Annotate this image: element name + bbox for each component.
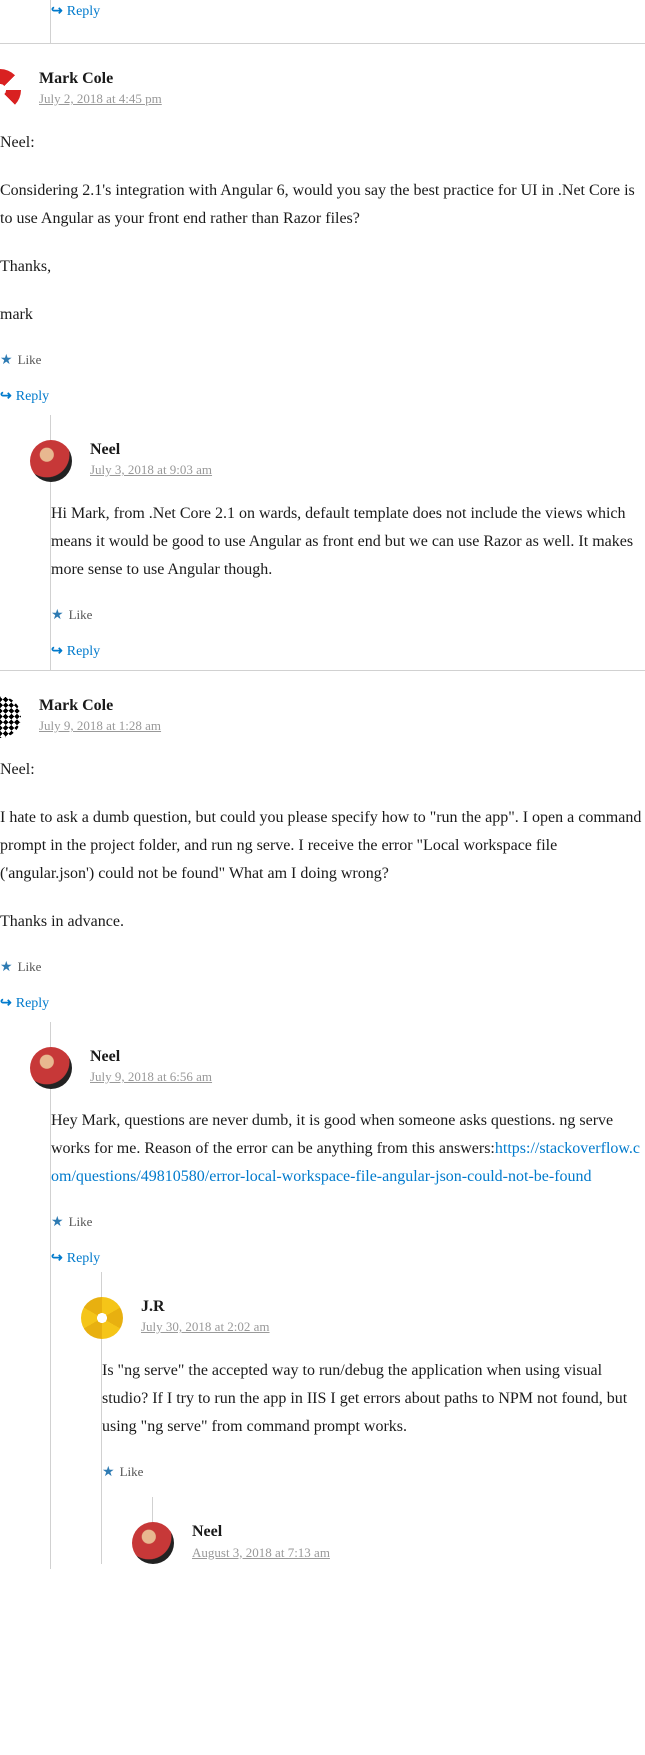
comment-date[interactable]: July 3, 2018 at 9:03 am — [90, 462, 212, 479]
like-action[interactable]: ★ Like — [102, 1461, 645, 1486]
reply-action[interactable]: ↪ Reply — [0, 992, 645, 1017]
reply-link[interactable]: Reply — [67, 0, 100, 25]
reply-link[interactable]: Reply — [67, 1247, 100, 1272]
comment-header: Neel July 3, 2018 at 9:03 am — [51, 440, 645, 482]
comment-meta: Neel July 3, 2018 at 9:03 am — [90, 440, 212, 480]
comment-author: Mark Cole — [39, 69, 162, 90]
comment-author: Mark Cole — [39, 696, 161, 717]
comment: J.R July 30, 2018 at 2:02 am Is "ng serv… — [101, 1272, 645, 1565]
comment-body: Hey Mark, questions are never dumb, it i… — [51, 1107, 645, 1191]
comment-author: Neel — [192, 1522, 330, 1543]
star-icon: ★ — [51, 604, 64, 629]
reply-arrow-icon: ↪ — [51, 0, 63, 25]
reply-link[interactable]: Reply — [67, 640, 100, 665]
comment-header: Mark Cole July 9, 2018 at 1:28 am — [0, 696, 645, 738]
comment-meta: Neel August 3, 2018 at 7:13 am — [192, 1522, 330, 1562]
comment-meta: J.R July 30, 2018 at 2:02 am — [141, 1297, 270, 1337]
reply-action[interactable]: ↪ Reply — [51, 0, 645, 25]
comment-text: Neel: — [0, 129, 645, 157]
like-label: Like — [120, 1461, 144, 1484]
like-action[interactable]: ★ Like — [0, 349, 645, 374]
comment-meta: Mark Cole July 9, 2018 at 1:28 am — [39, 696, 161, 736]
comment: Neel July 3, 2018 at 9:03 am Hi Mark, fr… — [50, 415, 645, 670]
like-action[interactable]: ★ Like — [51, 1211, 645, 1236]
comment-date[interactable]: July 9, 2018 at 6:56 am — [90, 1069, 212, 1086]
reply-arrow-icon: ↪ — [0, 385, 12, 410]
like-label: Like — [18, 349, 42, 372]
like-action[interactable]: ★ Like — [51, 604, 645, 629]
avatar — [0, 69, 21, 111]
comment-header: J.R July 30, 2018 at 2:02 am — [102, 1297, 645, 1339]
reply-arrow-icon: ↪ — [51, 1247, 63, 1272]
comment-text: Considering 2.1's integration with Angul… — [0, 177, 645, 233]
comment: ↪ Reply — [50, 0, 645, 43]
avatar — [30, 1047, 72, 1089]
comment-text: I hate to ask a dumb question, but could… — [0, 804, 645, 888]
like-action[interactable]: ★ Like — [0, 956, 645, 981]
comment-text: Thanks in advance. — [0, 908, 645, 936]
comment-author: Neel — [90, 440, 212, 461]
comment: Mark Cole July 2, 2018 at 4:45 pm Neel: … — [0, 43, 645, 415]
reply-link[interactable]: Reply — [16, 385, 49, 410]
comment-header: Mark Cole July 2, 2018 at 4:45 pm — [0, 69, 645, 111]
comment-author: J.R — [141, 1297, 270, 1318]
comment-meta: Mark Cole July 2, 2018 at 4:45 pm — [39, 69, 162, 109]
comment: Neel July 9, 2018 at 6:56 am Hey Mark, q… — [50, 1022, 645, 1570]
reply-action[interactable]: ↪ Reply — [0, 385, 645, 410]
reply-action[interactable]: ↪ Reply — [51, 640, 645, 665]
avatar — [30, 440, 72, 482]
comment-meta: Neel July 9, 2018 at 6:56 am — [90, 1047, 212, 1087]
comment-date[interactable]: July 9, 2018 at 1:28 am — [39, 718, 161, 735]
like-label: Like — [18, 956, 42, 979]
reply-link[interactable]: Reply — [16, 992, 49, 1017]
comment-date[interactable]: August 3, 2018 at 7:13 am — [192, 1545, 330, 1562]
comment-body: Neel: Considering 2.1's integration with… — [0, 129, 645, 329]
reply-arrow-icon: ↪ — [51, 640, 63, 665]
comment: Neel August 3, 2018 at 7:13 am — [152, 1497, 645, 1564]
comment-body: Neel: I hate to ask a dumb question, but… — [0, 756, 645, 936]
star-icon: ★ — [0, 956, 13, 981]
comment-text: mark — [0, 301, 645, 329]
comment-header: Neel July 9, 2018 at 6:56 am — [51, 1047, 645, 1089]
comment-date[interactable]: July 30, 2018 at 2:02 am — [141, 1319, 270, 1336]
comment-body: Hi Mark, from .Net Core 2.1 on wards, de… — [51, 500, 645, 584]
avatar — [0, 696, 21, 738]
comment-text: Is "ng serve" the accepted way to run/de… — [102, 1357, 645, 1441]
star-icon: ★ — [102, 1461, 115, 1486]
comment: Mark Cole July 9, 2018 at 1:28 am Neel: … — [0, 670, 645, 1022]
comment-date[interactable]: July 2, 2018 at 4:45 pm — [39, 91, 162, 108]
comment-body: Is "ng serve" the accepted way to run/de… — [102, 1357, 645, 1441]
like-label: Like — [69, 1211, 93, 1234]
comment-text: Neel: — [0, 756, 645, 784]
comment-text: Hi Mark, from .Net Core 2.1 on wards, de… — [51, 500, 645, 584]
reply-arrow-icon: ↪ — [0, 992, 12, 1017]
star-icon: ★ — [51, 1211, 64, 1236]
avatar — [81, 1297, 123, 1339]
comment-author: Neel — [90, 1047, 212, 1068]
avatar — [132, 1522, 174, 1564]
comment-header: Neel August 3, 2018 at 7:13 am — [153, 1522, 645, 1564]
star-icon: ★ — [0, 349, 13, 374]
comment-text: Hey Mark, questions are never dumb, it i… — [51, 1107, 645, 1191]
comment-text: Thanks, — [0, 253, 645, 281]
like-label: Like — [69, 604, 93, 627]
reply-action[interactable]: ↪ Reply — [51, 1247, 645, 1272]
